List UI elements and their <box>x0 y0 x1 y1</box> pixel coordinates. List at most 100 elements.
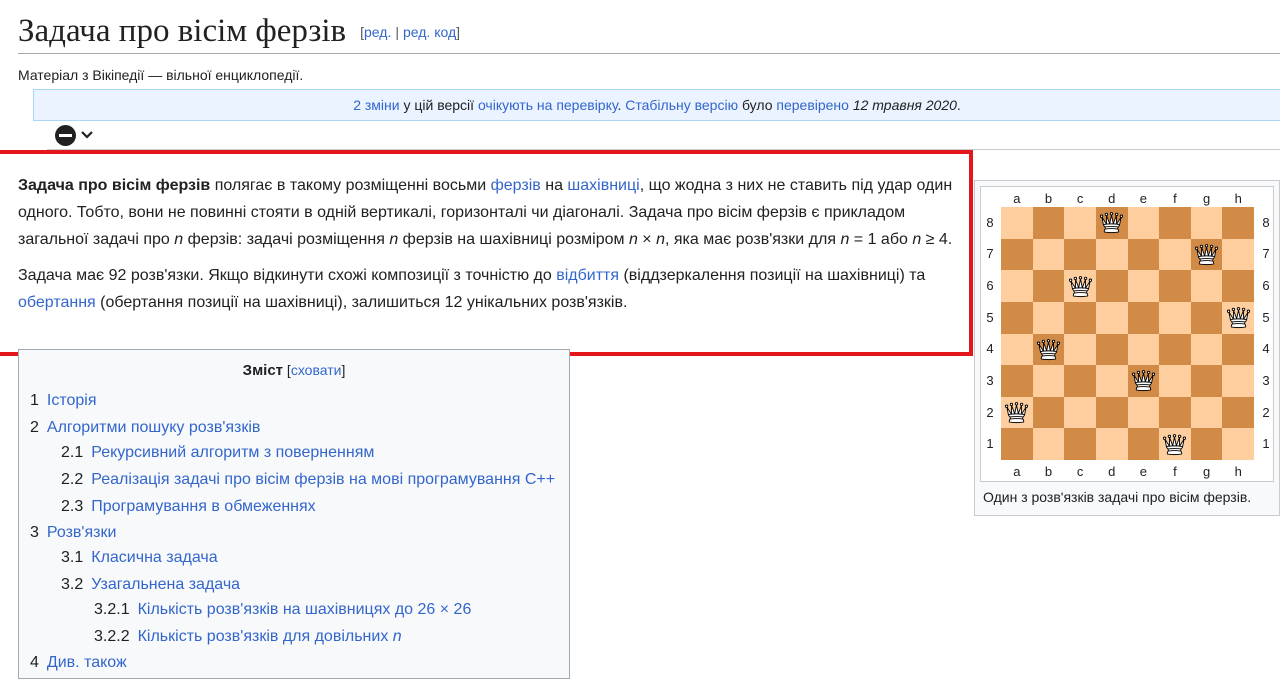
toc-link[interactable]: Класична задача <box>91 549 217 566</box>
board-square <box>1032 207 1065 239</box>
toc-item[interactable]: 2.3 Програмування в обмеженнях <box>61 498 316 516</box>
site-subtitle: Матеріал з Вікіпедії — вільної енциклопе… <box>18 67 304 83</box>
board-square <box>1032 238 1065 271</box>
reflection-link[interactable]: відбиття <box>556 267 619 284</box>
rank-label-right: 7 <box>1262 246 1270 262</box>
chessboard <box>1001 207 1254 460</box>
board-square <box>1127 428 1160 460</box>
board-square <box>1001 301 1033 334</box>
queen-link[interactable]: ферзів <box>491 177 541 194</box>
board-square <box>1001 238 1033 271</box>
toc-item[interactable]: 2.1 Рекурсивний алгоритм з поверненням <box>61 444 374 462</box>
minus-circle-icon[interactable] <box>55 125 76 146</box>
toc-link[interactable]: Див. також <box>47 654 127 671</box>
toc-title-text: Зміст <box>242 362 284 379</box>
board-square <box>1222 238 1254 271</box>
board-square <box>1127 333 1160 366</box>
rank-label-right: 4 <box>1262 341 1270 357</box>
white-queen-icon <box>1001 397 1033 429</box>
rank-label-right: 2 <box>1262 404 1270 420</box>
toc-number: 4 <box>30 654 39 671</box>
pending-review-link[interactable]: очікують на перевірку <box>478 97 618 113</box>
rank-label-right: 3 <box>1262 372 1270 388</box>
toc-link-italic[interactable]: n <box>393 628 402 645</box>
board-square <box>1001 365 1033 397</box>
board-square <box>1159 238 1191 271</box>
file-label-bottom: g <box>1202 464 1211 479</box>
file-label-bottom: b <box>1044 464 1053 479</box>
board-square <box>1032 365 1065 397</box>
file-label-top: d <box>1108 191 1116 206</box>
math-n: n <box>912 231 922 248</box>
text: ≥ 4. <box>921 231 953 248</box>
text: , яка має розв'язки для <box>665 231 841 248</box>
board-square <box>1190 365 1223 397</box>
text: = 1 або <box>849 231 913 248</box>
rank-label-left: 6 <box>986 278 994 294</box>
file-label-bottom: d <box>1108 464 1116 479</box>
toc-link[interactable]: Алгоритми пошуку розв'язків <box>47 419 261 436</box>
board-square <box>1064 396 1096 429</box>
board-square <box>1064 365 1096 397</box>
board-square <box>1064 207 1096 239</box>
text: Задача має 92 розв'язки. Якщо відкинути … <box>18 267 557 284</box>
toc-number: 3.2.2 <box>94 628 130 645</box>
board-square <box>1127 301 1160 334</box>
toc-link[interactable]: Кількість розв'язків для довільних <box>138 628 393 645</box>
board-square <box>1127 270 1160 302</box>
edit-source-link[interactable]: ред. код <box>403 24 456 40</box>
board-square <box>1095 270 1128 302</box>
board-square <box>1095 333 1128 366</box>
toc-item[interactable]: 2.2 Реалізація задачі про вісім ферзів на… <box>61 471 555 489</box>
text: на <box>540 177 568 194</box>
edit-link[interactable]: ред. <box>364 24 391 40</box>
review-tools-bar <box>47 120 1280 150</box>
toc-item[interactable]: 3 Розв'язки <box>30 524 116 542</box>
board-square <box>1190 301 1223 334</box>
math-n: n <box>174 231 184 248</box>
file-label-top: a <box>1013 191 1021 206</box>
lead-paragraph-2: Задача має 92 розв'язки. Якщо відкинути … <box>18 262 953 316</box>
board-square <box>1064 428 1096 460</box>
toc-link[interactable]: Кількість розв'язків на шахівницях до 26… <box>138 601 472 618</box>
toc-link[interactable]: Розв'язки <box>47 524 117 541</box>
math-n: n <box>656 231 665 248</box>
board-square <box>1159 207 1191 239</box>
toc-link[interactable]: Узагальнена задача <box>91 576 240 593</box>
rotation-link[interactable]: обертання <box>18 294 96 311</box>
toc-title: Зміст [сховати] <box>19 362 569 386</box>
toc-link[interactable]: Історія <box>47 392 97 409</box>
toc-item[interactable]: 3.2.1 Кількість розв'язків на шахівницях … <box>94 601 471 619</box>
toc-link[interactable]: Реалізація задачі про вісім ферзів на мо… <box>91 471 555 488</box>
file-label-top: h <box>1234 191 1242 206</box>
toc-item[interactable]: 1 Історія <box>30 392 97 410</box>
board-square <box>1190 428 1223 460</box>
board-square <box>1127 396 1160 429</box>
chessboard-link[interactable]: шахівниці <box>567 177 639 194</box>
rank-label-right: 8 <box>1262 214 1270 230</box>
white-queen-icon <box>1159 428 1191 460</box>
file-label-bottom: a <box>1013 464 1021 479</box>
toc-toggle: [сховати] <box>283 362 345 378</box>
toc-link[interactable]: Програмування в обмеженнях <box>91 498 315 515</box>
toc-item[interactable]: 3.2.2 Кількість розв'язків для довільних … <box>94 628 402 646</box>
stable-version-link[interactable]: Стабільну версію <box>625 97 738 113</box>
white-queen-icon <box>1222 302 1254 334</box>
toc-item[interactable]: 4 Див. також <box>30 654 127 672</box>
text: (віддзеркалення позиції на шахівниці) та <box>619 267 926 284</box>
file-label-top: e <box>1139 191 1147 206</box>
file-label-top: f <box>1173 191 1177 206</box>
toc-item[interactable]: 3.1 Класична задача <box>61 549 218 567</box>
toc-hide-link[interactable]: сховати <box>291 362 342 378</box>
toc-item[interactable]: 2 Алгоритми пошуку розв'язків <box>30 419 260 437</box>
chevron-down-icon[interactable] <box>80 125 94 145</box>
board-square <box>1032 270 1065 302</box>
checked-link[interactable]: перевірено <box>776 97 849 113</box>
pending-changes-link[interactable]: 2 зміни <box>353 97 399 113</box>
toc-link[interactable]: Рекурсивний алгоритм з поверненням <box>91 444 374 461</box>
rank-label-left: 5 <box>986 309 994 325</box>
board-square <box>1159 301 1191 334</box>
toc-item[interactable]: 3.2 Узагальнена задача <box>61 576 240 594</box>
toc-bracket-open: [ <box>283 362 291 378</box>
board-square <box>1001 270 1033 302</box>
